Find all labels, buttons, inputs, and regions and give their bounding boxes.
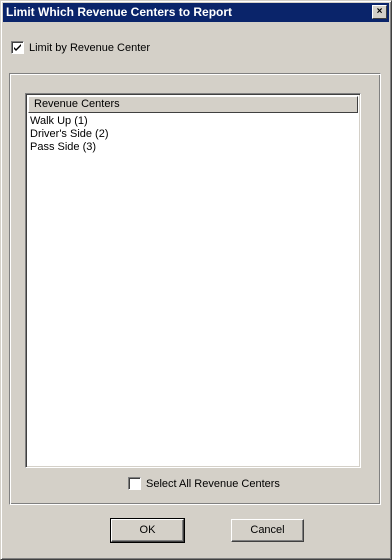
cancel-button[interactable]: Cancel <box>231 519 304 542</box>
list-item[interactable]: Driver's Side (2) <box>30 128 356 141</box>
title-bar[interactable]: Limit Which Revenue Centers to Report × <box>3 3 389 22</box>
close-button[interactable]: × <box>372 5 387 19</box>
revenue-centers-list[interactable]: Revenue Centers Walk Up (1) Driver's Sid… <box>25 93 361 468</box>
select-all-checkbox[interactable] <box>128 477 141 490</box>
close-icon: × <box>376 6 383 17</box>
limit-by-revenue-center-option[interactable]: Limit by Revenue Center <box>11 41 150 55</box>
limit-by-revenue-center-checkbox[interactable] <box>11 41 24 54</box>
list-item[interactable]: Walk Up (1) <box>30 115 356 128</box>
select-all-option[interactable]: Select All Revenue Centers <box>128 477 280 491</box>
select-all-label[interactable]: Select All Revenue Centers <box>146 478 280 490</box>
list-item[interactable]: Pass Side (3) <box>30 141 356 154</box>
dialog-window: Limit Which Revenue Centers to Report × … <box>0 0 392 560</box>
limit-by-revenue-center-label[interactable]: Limit by Revenue Center <box>29 42 150 54</box>
window-title: Limit Which Revenue Centers to Report <box>6 5 233 19</box>
ok-button[interactable]: OK <box>110 518 185 543</box>
checkmark-icon <box>14 44 21 51</box>
column-header-revenue-centers[interactable]: Revenue Centers <box>28 96 358 113</box>
